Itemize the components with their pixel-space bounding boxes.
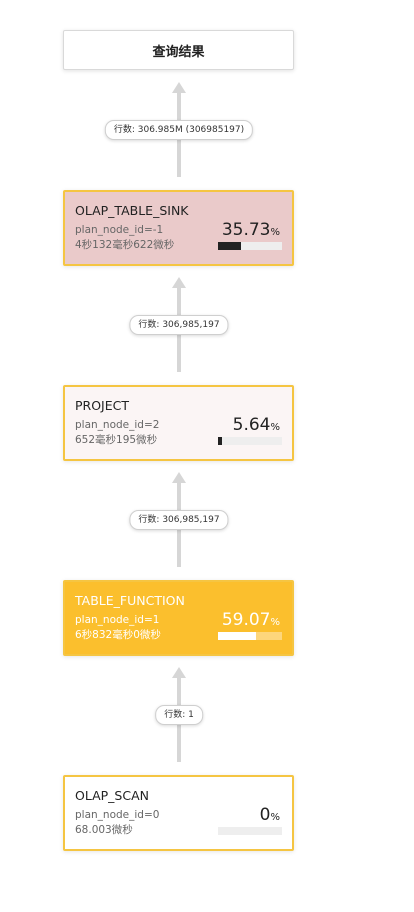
plan-node-olap-scan[interactable]: OLAP_SCAN plan_node_id=0 68.003微秒 0% xyxy=(63,775,294,851)
query-result-node[interactable]: 查询结果 xyxy=(63,30,294,70)
node-name: TABLE_FUNCTION xyxy=(75,593,185,608)
row-count-label: 行数: 306,985,197 xyxy=(129,315,229,335)
node-progress-bar xyxy=(218,827,282,835)
node-progress-fill xyxy=(218,242,241,250)
node-id: plan_node_id=0 xyxy=(75,809,160,821)
node-progress-fill xyxy=(218,437,222,445)
node-name: PROJECT xyxy=(75,398,130,413)
node-percent: 35.73% xyxy=(221,220,280,240)
node-name: OLAP_TABLE_SINK xyxy=(75,203,189,218)
node-progress-bar xyxy=(218,632,282,640)
node-percent: 0% xyxy=(259,805,280,825)
row-count-label: 行数: 1 xyxy=(155,705,203,725)
plan-node-table-function[interactable]: TABLE_FUNCTION plan_node_id=1 6秒832毫秒0微秒… xyxy=(63,580,294,656)
query-result-title: 查询结果 xyxy=(152,44,205,60)
node-progress-bar xyxy=(218,242,282,250)
node-progress-bar xyxy=(218,437,282,445)
node-progress-fill xyxy=(218,632,256,640)
plan-node-olap-table-sink[interactable]: OLAP_TABLE_SINK plan_node_id=-1 4秒132毫秒6… xyxy=(63,190,294,266)
node-percent: 59.07% xyxy=(221,610,280,630)
node-name: OLAP_SCAN xyxy=(75,788,149,803)
row-count-label: 行数: 306.985M (306985197) xyxy=(104,120,254,140)
node-percent: 5.64% xyxy=(232,415,280,435)
plan-node-project[interactable]: PROJECT plan_node_id=2 652毫秒195微秒 5.64% xyxy=(63,385,294,461)
row-count-label: 行数: 306,985,197 xyxy=(129,510,229,530)
